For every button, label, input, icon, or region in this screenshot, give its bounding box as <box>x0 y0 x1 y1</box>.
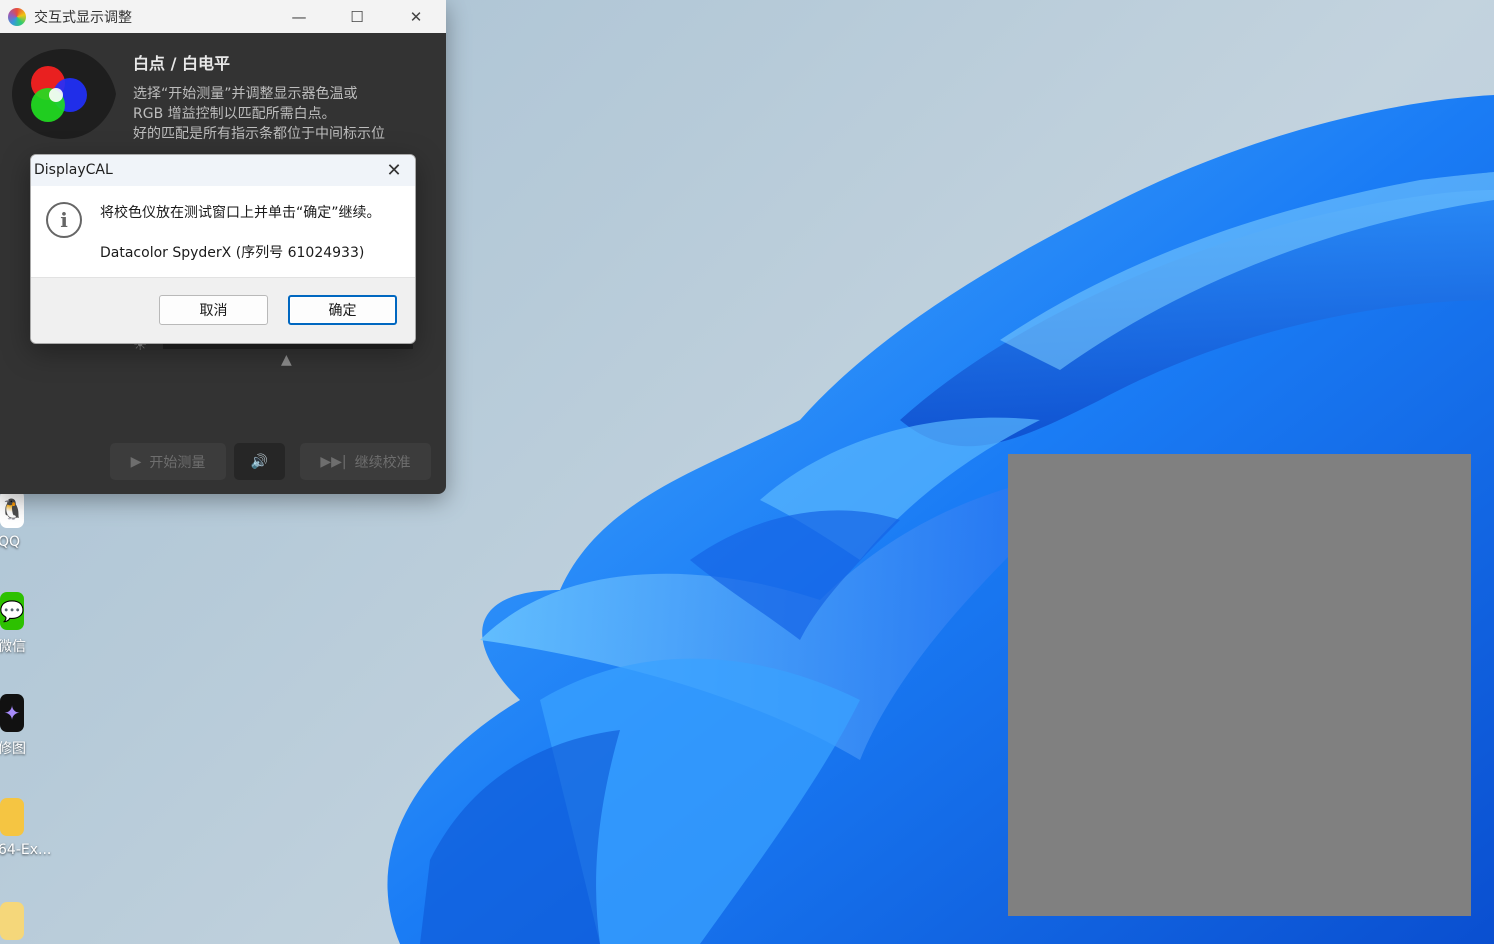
continue-calibration-button[interactable]: ▶▶| 继续校准 <box>300 443 431 480</box>
close-button[interactable]: ✕ <box>387 0 445 33</box>
panel-heading: 白点 / 白电平 <box>133 54 230 73</box>
continue-calibration-label: 继续校准 <box>354 454 411 471</box>
desktop-icon-label: 微信 <box>0 639 26 655</box>
maximize-button[interactable]: ☐ <box>328 0 386 33</box>
folder-icon <box>0 798 24 836</box>
desktop-icon-folder[interactable]: 64-Ex... <box>0 798 56 858</box>
dialog-title: DisplayCAL <box>34 162 113 178</box>
drive-folder-icon <box>0 902 24 940</box>
description-line: 选择“开始测量”并调整显示器色温或 <box>133 86 358 102</box>
panel-description: 选择“开始测量”并调整显示器色温或 RGB 增益控制以匹配所需白点。 好的匹配是… <box>133 84 433 144</box>
dialog-button-bar: 取消 确定 <box>31 277 415 343</box>
start-measurement-label: 开始测量 <box>149 454 206 471</box>
window-titlebar: 交互式显示调整 — ☐ ✕ <box>0 0 446 33</box>
dialog-message: 将校色仪放在测试窗口上并单击“确定”继续。 <box>100 205 381 221</box>
ok-button[interactable]: 确定 <box>288 295 397 325</box>
speaker-icon: 🔊 <box>250 453 269 470</box>
wechat-icon: 💬 <box>0 592 24 630</box>
desktop-icon-wechat[interactable]: 💬 微信 <box>0 592 56 656</box>
description-line: 好的匹配是所有指示条都位于中间标示位 <box>133 126 385 142</box>
retouch-app-icon: ✦ <box>0 694 24 732</box>
qq-penguin-icon: 🐧 <box>0 490 24 528</box>
description-line: RGB 增益控制以匹配所需白点。 <box>133 106 336 122</box>
displaycal-app-icon <box>8 7 26 26</box>
desktop-icon-retouch[interactable]: ✦ 修图 <box>0 694 56 758</box>
dialog-titlebar: DisplayCAL ✕ <box>31 155 415 186</box>
rgb-white-point-icon <box>12 49 116 139</box>
displaycal-confirm-dialog: DisplayCAL ✕ i 将校色仪放在测试窗口上并单击“确定”继续。 Dat… <box>30 154 416 344</box>
desktop-icon-label: 修图 <box>0 741 26 757</box>
desktop-icon-label: QQ <box>0 534 21 550</box>
window-title: 交互式显示调整 <box>34 9 132 26</box>
cancel-button[interactable]: 取消 <box>159 295 268 325</box>
sound-toggle-button[interactable]: 🔊 <box>234 443 285 480</box>
info-icon: i <box>46 202 82 238</box>
desktop-icon-qq[interactable]: 🐧 QQ <box>0 490 56 550</box>
skip-forward-icon: ▶▶| <box>320 453 347 470</box>
gain-target-pointer-icon: ▲ <box>281 352 292 368</box>
start-measurement-button[interactable]: ▶ 开始测量 <box>110 443 226 480</box>
dialog-close-button[interactable]: ✕ <box>373 155 415 186</box>
minimize-button[interactable]: — <box>270 0 328 33</box>
desktop-icon-drive[interactable] <box>0 902 56 940</box>
play-icon: ▶ <box>130 453 142 470</box>
dialog-device-info: Datacolor SpyderX (序列号 61024933) <box>100 245 365 261</box>
desktop-icon-label: 64-Ex... <box>0 842 52 858</box>
measurement-test-patch <box>1008 454 1471 916</box>
